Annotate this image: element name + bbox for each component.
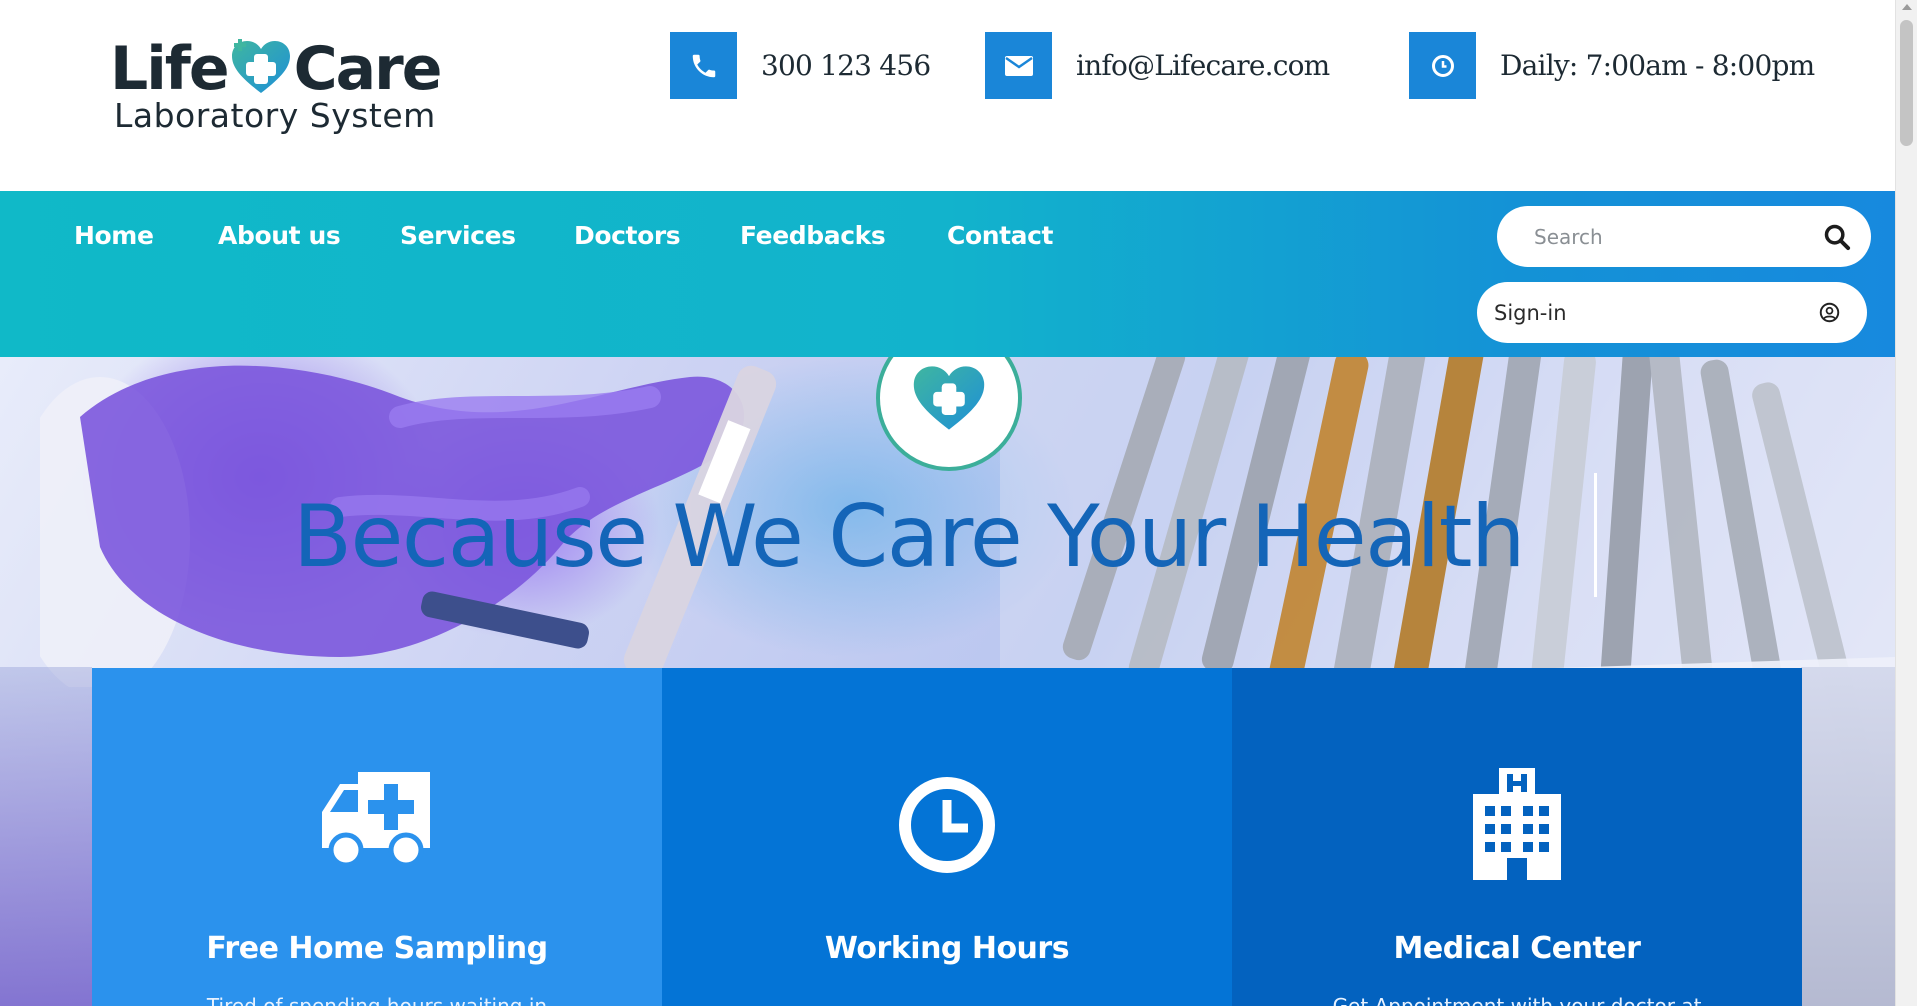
main-navbar: Home About us Services Doctors Feedbacks… — [0, 191, 1895, 357]
site-header: Life Care Laboratory System 300 123 456 — [0, 0, 1895, 191]
feature-title: Working Hours — [824, 931, 1070, 966]
signin-button[interactable]: Sign-in — [1477, 282, 1867, 343]
envelope-icon-box — [985, 32, 1052, 99]
typing-cursor — [1594, 473, 1597, 597]
nav-services[interactable]: Services — [400, 221, 516, 250]
nav-about-us[interactable]: About us — [218, 221, 341, 250]
hero-title: Because We Care Your Health — [293, 487, 1525, 587]
nav-feedbacks[interactable]: Feedbacks — [740, 221, 886, 250]
site-logo[interactable]: Life Care Laboratory System — [110, 32, 470, 142]
feature-title: Free Home Sampling — [206, 931, 548, 966]
contact-email[interactable]: info@Lifecare.com — [985, 32, 1330, 99]
phone-icon — [692, 54, 715, 77]
search-input[interactable] — [1534, 224, 1814, 249]
contact-hours-text: Daily: 7:00am - 8:00pm — [1500, 49, 1815, 82]
nav-contact[interactable]: Contact — [947, 221, 1054, 250]
contact-phone[interactable]: 300 123 456 — [670, 32, 931, 99]
feature-description: Get Appointment with your doctor at — [1332, 994, 1702, 1006]
contact-hours: Daily: 7:00am - 8:00pm — [1409, 32, 1815, 99]
envelope-icon — [1004, 55, 1033, 76]
logo-tagline: Laboratory System — [114, 96, 436, 135]
feature-title: Medical Center — [1393, 931, 1641, 966]
heart-plus-icon — [913, 366, 985, 430]
ambulance-icon — [322, 772, 430, 868]
logo-word-care: Care — [293, 34, 443, 104]
search-icon[interactable] — [1823, 223, 1851, 251]
signin-label: Sign-in — [1494, 300, 1567, 325]
clock-icon-box — [1409, 32, 1476, 99]
hero-right-shade — [1801, 667, 1895, 1006]
logo-heart-icon — [231, 39, 290, 93]
feature-card-home-sampling: Free Home Sampling Tired of spending hou… — [92, 668, 662, 1006]
feature-card-working-hours: Working Hours — [662, 668, 1232, 1006]
contact-email-text: info@Lifecare.com — [1076, 49, 1330, 82]
logo-word-life: Life — [110, 34, 230, 104]
contact-phone-text: 300 123 456 — [761, 49, 931, 82]
page-scrollbar[interactable] — [1895, 0, 1917, 1006]
search-bar — [1497, 206, 1871, 267]
scroll-up-arrow-icon[interactable] — [1902, 4, 1912, 10]
user-circle-icon — [1819, 302, 1840, 323]
nav-home[interactable]: Home — [74, 221, 154, 250]
nav-doctors[interactable]: Doctors — [574, 221, 681, 250]
scrollbar-thumb[interactable] — [1900, 20, 1913, 146]
clock-icon — [899, 777, 995, 873]
logo-wordmark: Life Care — [110, 32, 443, 106]
clock-icon — [1431, 54, 1454, 77]
feature-card-medical-center: Medical Center Get Appointment with your… — [1232, 668, 1802, 1006]
hospital-icon — [1473, 768, 1561, 880]
hero-left-shade — [0, 667, 92, 1006]
phone-icon-box — [670, 32, 737, 99]
feature-description: Tired of spending hours waiting in — [206, 994, 548, 1006]
